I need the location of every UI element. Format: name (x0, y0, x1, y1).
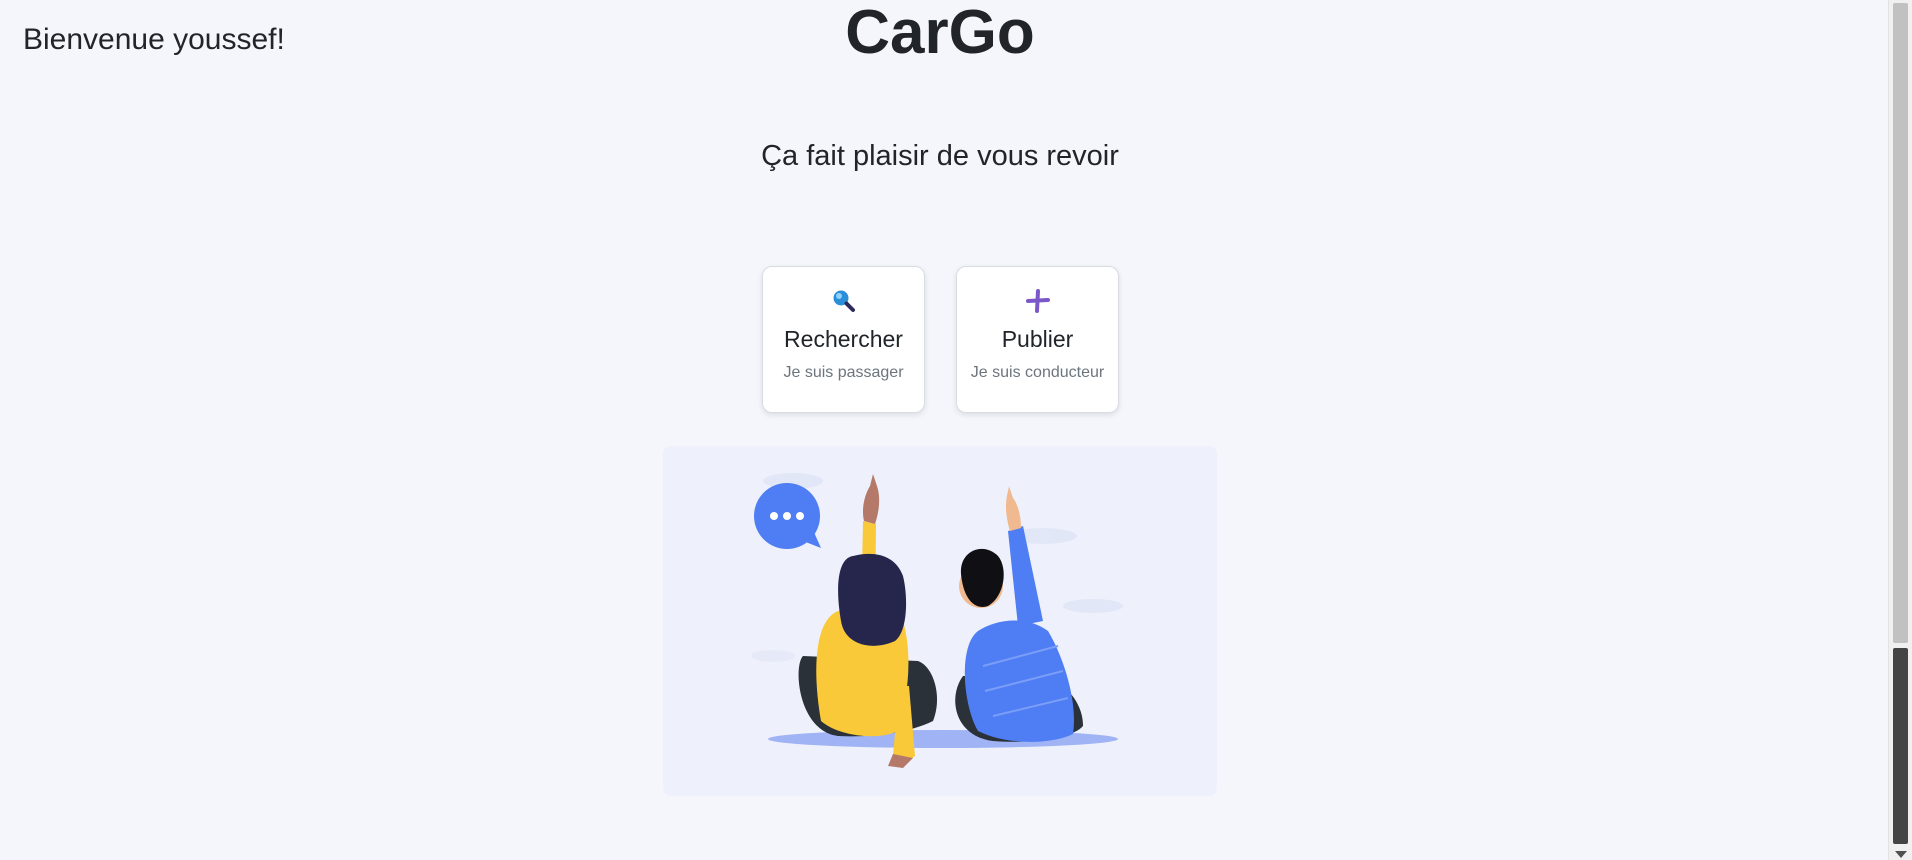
scrollbar-thumb[interactable] (1893, 3, 1908, 643)
search-card-button[interactable]: Rechercher Je suis passager (762, 266, 925, 413)
chat-bubble-icon (754, 483, 821, 549)
search-card-subtitle: Je suis passager (783, 364, 904, 381)
scrollbar-track[interactable] (1893, 648, 1908, 844)
publish-card-subtitle: Je suis conducteur (970, 364, 1105, 381)
action-cards: Rechercher Je suis passager Publier Je s… (762, 266, 1119, 413)
vertical-scrollbar[interactable] (1888, 0, 1912, 860)
scroll-down-arrow-icon[interactable] (1895, 851, 1907, 858)
search-card-title: Rechercher (784, 326, 903, 352)
man-figure (955, 486, 1083, 742)
people-pointing-illustration (663, 446, 1217, 796)
brand-title: CarGo (845, 0, 1035, 67)
publish-card-title: Publier (1001, 326, 1074, 352)
publish-card-button[interactable]: Publier Je suis conducteur (956, 266, 1119, 413)
magnifier-icon (830, 287, 858, 315)
plus-icon (1024, 287, 1052, 315)
welcome-subtitle: Ça fait plaisir de vous revoir (761, 140, 1119, 172)
